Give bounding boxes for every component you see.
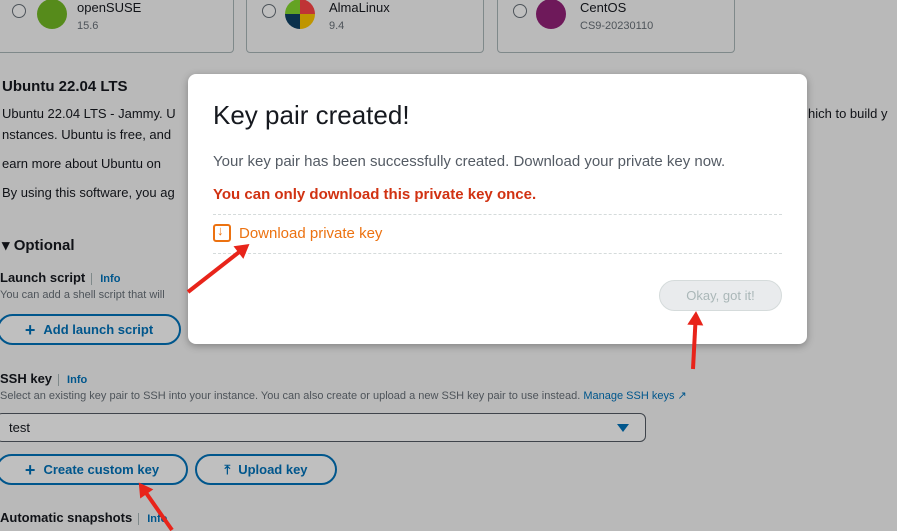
divider — [213, 253, 782, 254]
okay-got-it-button[interactable]: Okay, got it! — [659, 280, 782, 311]
modal-title: Key pair created! — [213, 100, 410, 130]
download-icon — [213, 223, 231, 242]
modal-warning: You can only download this private key o… — [213, 186, 537, 203]
modal-message: Your key pair has been successfully crea… — [213, 153, 726, 170]
divider — [213, 214, 782, 215]
key-pair-created-modal: Key pair created! Your key pair has been… — [188, 74, 807, 344]
download-link-label: Download private key — [239, 224, 383, 242]
download-private-key-link[interactable]: Download private key — [213, 223, 383, 242]
